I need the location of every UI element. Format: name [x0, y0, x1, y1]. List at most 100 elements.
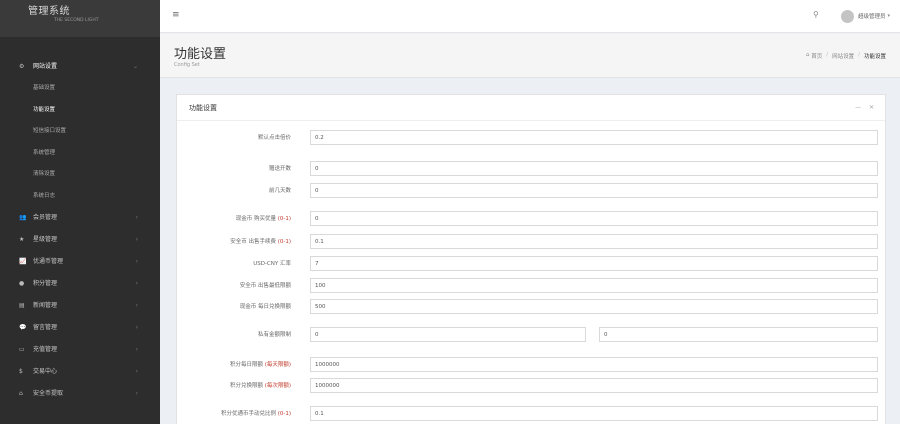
field-label: 默认点击倍价: [257, 135, 291, 141]
sidebar-item-label: 网站设置: [33, 63, 58, 70]
user-menu[interactable]: 超级管理员 ▾: [841, 9, 890, 23]
sidebar-item-trade-center[interactable]: $ 交易中心 ›: [0, 361, 160, 383]
settings-panel: 功能设置 — ✕ 默认点击倍价 赠送开数 前几天数 现金币 购买优量 (0-1)…: [176, 94, 886, 424]
default-click-price-input[interactable]: [310, 130, 878, 145]
sidebar-item-messages[interactable]: 💬 留言管理 ›: [0, 317, 160, 339]
field-label: 积分每日限额 (每天限额): [229, 362, 291, 368]
private-amount-max-input[interactable]: [599, 327, 878, 342]
chevron-right-icon: ›: [135, 390, 138, 397]
field-label: 安全币 出售手续费 (0-1): [230, 239, 291, 245]
field-label: 私有金额限制: [257, 332, 291, 338]
form-row: 私有金额限制: [177, 327, 887, 343]
safe-coin-fee-input[interactable]: [310, 234, 878, 249]
form-row: 积分优通币手动兑比例 (0-1): [177, 406, 887, 422]
private-amount-min-input[interactable]: [310, 327, 586, 342]
submenu-item-system-management[interactable]: 系统管理: [0, 143, 160, 165]
submenu-item-clear-settings[interactable]: 清除设置: [0, 164, 160, 186]
field-label: 前几天数: [268, 188, 291, 194]
users-icon: 👥: [19, 214, 27, 221]
chevron-right-icon: ›: [135, 346, 138, 353]
sidebar-item-label: 星级管理: [33, 236, 58, 243]
submenu-item-function-settings[interactable]: 功能设置: [0, 100, 160, 122]
sidebar-item-label: 优通币管理: [33, 258, 64, 265]
chevron-right-icon: ›: [135, 368, 138, 375]
coins-icon: ●: [19, 280, 25, 287]
avatar: [841, 9, 854, 23]
panel-header: 功能设置 — ✕: [177, 95, 885, 121]
form-row: 安全币 出售手续费 (0-1): [177, 234, 887, 250]
form-row: 现金币 购买优量 (0-1): [177, 211, 887, 227]
safe-coin-min-sell-input[interactable]: [310, 278, 878, 293]
sidebar-item-label: 交易中心: [33, 368, 58, 375]
panel-title: 功能设置: [189, 104, 217, 112]
user-name: 超级管理员: [858, 14, 886, 20]
form-row: 安全币 出售最低限额: [177, 278, 887, 294]
breadcrumb-site-settings[interactable]: 网站设置: [832, 52, 854, 60]
caret-down-icon: ▾: [887, 13, 891, 19]
search-icon[interactable]: ⚲: [813, 10, 819, 19]
card-icon: ▭: [19, 346, 25, 353]
sidebar-item-news[interactable]: ▤ 新闻管理 ›: [0, 295, 160, 317]
page-title: 功能设置: [174, 47, 227, 62]
panel-tools[interactable]: — ✕: [855, 104, 877, 111]
points-exchange-limit-input[interactable]: [310, 378, 878, 393]
sidebar-item-points[interactable]: ● 积分管理 ›: [0, 273, 160, 295]
gift-count-input[interactable]: [310, 161, 878, 176]
form-row: 赠送开数: [177, 161, 887, 177]
brand-title: 管理系统: [28, 6, 70, 17]
chevron-right-icon: ›: [135, 280, 138, 287]
chevron-right-icon: ›: [135, 302, 138, 309]
chart-icon: 📈: [19, 258, 27, 265]
sidebar-item-safe-coin-withdraw[interactable]: ⌂ 安全币提取 ›: [0, 383, 160, 405]
top-navbar: ≡ ⚲ 超级管理员 ▾: [160, 0, 900, 33]
field-label: USD-CNY 汇率: [253, 261, 291, 267]
submenu-item-system-log[interactable]: 系统日志: [0, 186, 160, 208]
points-daily-limit-input[interactable]: [310, 357, 878, 372]
gears-icon: ⚙: [19, 63, 25, 70]
cash-coin-daily-limit-input[interactable]: [310, 299, 878, 314]
brand-logo[interactable]: 管理系统 THE SECOND LIGHT: [0, 0, 160, 37]
form-row: 默认点击倍价: [177, 130, 887, 146]
breadcrumb-current: 功能设置: [863, 54, 886, 60]
field-label: 安全币 出售最低限额: [239, 283, 291, 289]
sidebar-item-site-settings[interactable]: ⚙ 网站设置 ⌄: [0, 56, 160, 78]
form-row: 积分兑换限额 (每次限额): [177, 378, 887, 394]
chevron-right-icon: ›: [135, 258, 138, 265]
dollar-icon: $: [19, 368, 23, 375]
chevron-down-icon: ⌄: [132, 63, 138, 70]
breadcrumb-separator: /: [826, 52, 829, 58]
first-days-input[interactable]: [310, 183, 878, 198]
breadcrumb-separator: /: [858, 52, 860, 58]
form-row: 前几天数: [177, 183, 887, 199]
submenu-item-sms-settings[interactable]: 短信接口设置: [0, 121, 160, 143]
news-icon: ▤: [19, 302, 25, 309]
sidebar-item-members[interactable]: 👥 会员管理 ›: [0, 207, 160, 229]
sidebar-item-label: 积分管理: [33, 280, 58, 287]
page-subtitle: Config Set: [174, 62, 200, 68]
chat-icon: 💬: [19, 324, 27, 331]
sidebar-item-stars[interactable]: ★ 星级管理 ›: [0, 229, 160, 251]
sidebar-item-label: 充值管理: [33, 346, 58, 353]
brand-subtitle: THE SECOND LIGHT: [54, 18, 99, 23]
sidebar-item-label: 留言管理: [33, 324, 58, 331]
sidebar: 管理系统 THE SECOND LIGHT ⚙ 网站设置 ⌄ 基础设置 功能设置…: [0, 0, 160, 424]
chevron-right-icon: ›: [135, 214, 138, 221]
menu-toggle-icon[interactable]: ≡: [172, 10, 180, 20]
sidebar-item-label: 会员管理: [33, 214, 58, 221]
breadcrumb-home[interactable]: 首页: [811, 52, 822, 60]
sidebar-item-coins[interactable]: 📈 优通币管理 ›: [0, 251, 160, 273]
points-coin-ratio-input[interactable]: [310, 406, 878, 421]
sidebar-item-label: 安全币提取: [33, 390, 64, 397]
submenu-item-basic-settings[interactable]: 基础设置: [0, 78, 160, 100]
page-header: 功能设置 Config Set ⌂ 首页 / 网站设置 / 功能设置: [160, 34, 900, 78]
cash-coin-ratio-input[interactable]: [310, 211, 878, 226]
breadcrumb: ⌂ 首页 / 网站设置 / 功能设置: [806, 52, 886, 60]
field-label: 积分兑换限额 (每次限额): [229, 383, 291, 389]
chevron-right-icon: ›: [135, 324, 138, 331]
chevron-right-icon: ›: [135, 236, 138, 243]
star-icon: ★: [19, 236, 25, 243]
form-row: 积分每日限额 (每天限额): [177, 357, 887, 373]
usd-cny-rate-input[interactable]: [310, 256, 878, 271]
form-row: 现金币 每日兑换限额: [177, 299, 887, 315]
sidebar-item-recharge[interactable]: ▭ 充值管理 ›: [0, 339, 160, 361]
